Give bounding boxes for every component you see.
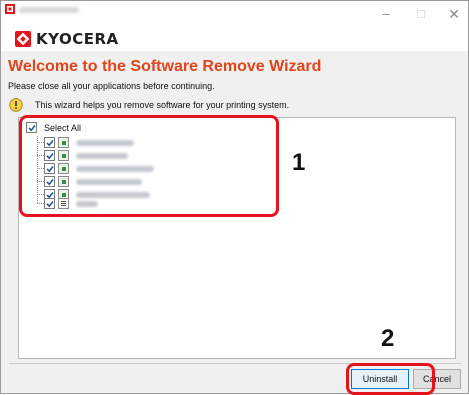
- close-button[interactable]: ✕: [439, 4, 469, 24]
- window-title-redacted: [19, 7, 79, 13]
- brand-header: KYOCERA: [1, 27, 468, 51]
- minimize-button[interactable]: –: [371, 4, 401, 24]
- step-number-2: 2: [381, 325, 395, 352]
- app-icon: [5, 4, 15, 14]
- uninstall-button-highlight: [346, 363, 435, 395]
- software-remove-wizard-window: – □ ✕ KYOCERA Welcome to the Software Re…: [0, 0, 469, 395]
- info-warning-icon: [9, 98, 23, 112]
- info-text: This wizard helps you remove software fo…: [35, 100, 290, 110]
- info-row: This wizard helps you remove software fo…: [9, 98, 289, 112]
- step-number-1: 1: [292, 149, 306, 176]
- page-title: Welcome to the Software Remove Wizard: [8, 58, 322, 75]
- kyocera-logo: KYOCERA: [13, 29, 119, 49]
- title-bar: – □ ✕: [1, 1, 468, 27]
- logo-text: KYOCERA: [36, 30, 119, 48]
- kyocera-logo-icon: [15, 31, 31, 47]
- maximize-button[interactable]: □: [406, 4, 436, 24]
- instruction-text: Please close all your applications befor…: [8, 81, 215, 91]
- software-list-highlight: [19, 115, 279, 217]
